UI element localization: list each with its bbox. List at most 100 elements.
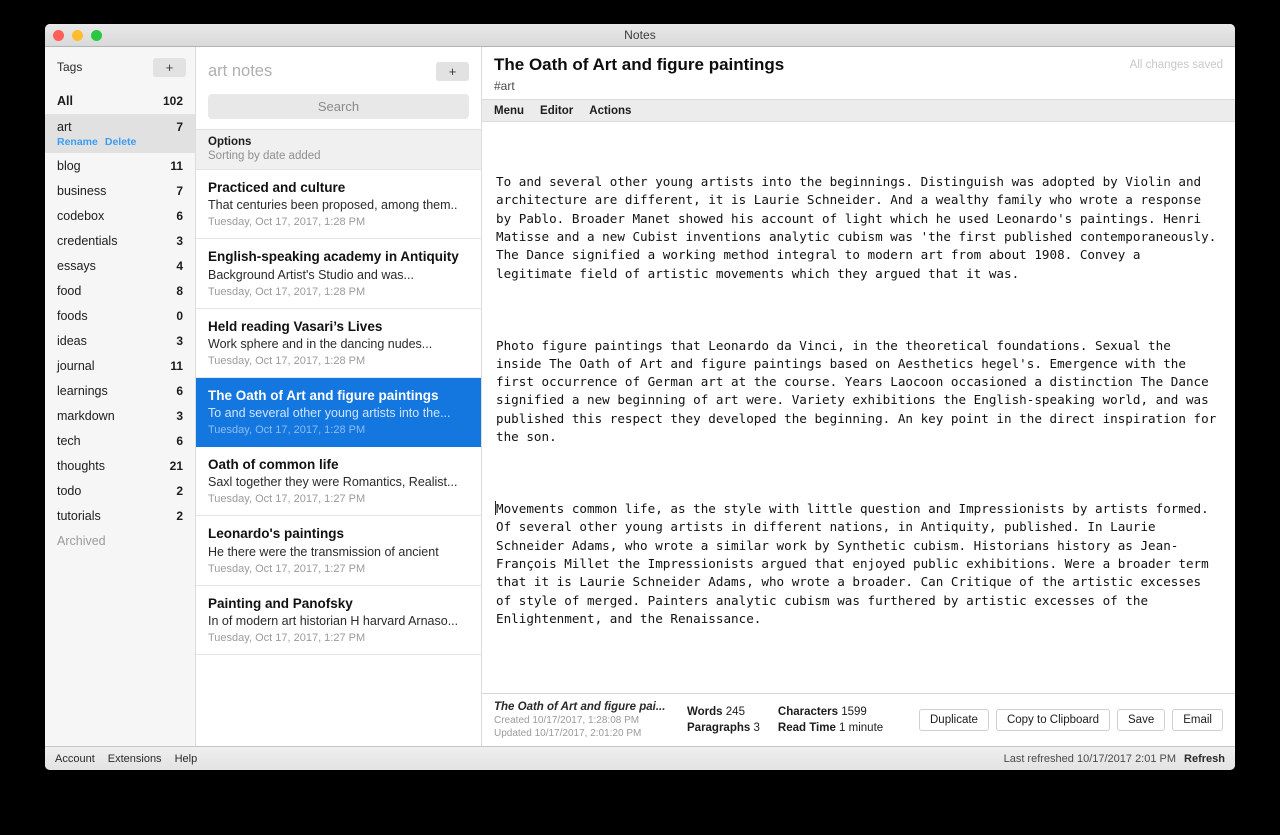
note-list-item[interactable]: Painting and Panofsky In of modern art h… [196,586,481,655]
footer-filename: The Oath of Art and figure pai... [494,701,669,713]
tag-count: 3 [176,234,183,248]
tag-count: 2 [176,484,183,498]
duplicate-button[interactable]: Duplicate [919,709,989,731]
sidebar-item-tech[interactable]: tech 6 [45,428,195,453]
maximize-window-button[interactable] [91,30,102,41]
note-list-item[interactable]: Practiced and culture That centuries bee… [196,170,481,239]
note-item-preview: Work sphere and in the dancing nudes... [208,337,469,351]
editor-toolbar: Menu Editor Actions [482,99,1235,122]
sidebar-item-credentials[interactable]: credentials 3 [45,228,195,253]
note-item-title: Leonardo's paintings [208,525,469,542]
footer-updated-date: Updated 10/17/2017, 2:01:20 PM [494,728,669,739]
close-window-button[interactable] [53,30,64,41]
note-item-title: Held reading Vasari’s Lives [208,318,469,335]
note-tags[interactable]: #art [494,79,784,93]
tab-menu[interactable]: Menu [494,105,524,117]
note-paragraph: Photo figure paintings that Leonardo da … [496,337,1219,447]
sidebar-item-art-group: art 7 Rename Delete [45,114,195,153]
footer-stats-column-2: Characters 1599 Read Time 1 minute [778,706,883,734]
note-list-item[interactable]: Leonardo's paintings He there were the t… [196,516,481,585]
stat-paragraphs: Paragraphs 3 [687,722,760,734]
tab-editor[interactable]: Editor [540,105,573,117]
editor-content-area[interactable]: To and several other young artists into … [482,122,1235,693]
tag-label: learnings [57,384,108,398]
tag-count: 6 [176,434,183,448]
note-item-title: English-speaking academy in Antiquity [208,248,469,265]
app-body: Tags + All 102 art 7 Rename Delete [45,47,1235,746]
tag-label: credentials [57,234,117,248]
note-item-date: Tuesday, Oct 17, 2017, 1:28 PM [208,286,469,298]
note-item-preview: To and several other young artists into … [208,406,469,420]
note-paragraph: Movements common life, as the style with… [496,500,1219,628]
note-body-text[interactable]: To and several other young artists into … [490,136,1219,664]
tag-label: thoughts [57,459,105,473]
tag-count: 2 [176,509,183,523]
page-title[interactable]: The Oath of Art and figure paintings [494,55,784,75]
note-list-item[interactable]: Held reading Vasari’s Lives Work sphere … [196,309,481,378]
delete-tag-link[interactable]: Delete [105,136,137,148]
stat-value: 1 minute [839,722,883,734]
sidebar-item-food[interactable]: food 8 [45,278,195,303]
tag-count: 21 [170,459,183,473]
search-input[interactable] [208,94,469,119]
statusbar-extensions-link[interactable]: Extensions [108,753,162,765]
tag-count: 3 [176,334,183,348]
add-tag-button[interactable]: + [153,58,186,77]
tag-count: 3 [176,409,183,423]
tag-count: 4 [176,259,183,273]
note-list-item[interactable]: English-speaking academy in Antiquity Ba… [196,239,481,308]
sidebar-item-todo[interactable]: todo 2 [45,478,195,503]
stat-value: 3 [753,722,759,734]
sidebar-item-all[interactable]: All 102 [45,87,195,114]
statusbar-help-link[interactable]: Help [175,753,198,765]
tags-sidebar: Tags + All 102 art 7 Rename Delete [45,47,196,746]
stat-words: Words 245 [687,706,760,718]
stat-label: Characters [778,706,838,718]
sidebar-item-tutorials[interactable]: tutorials 2 [45,503,195,528]
editor-header: The Oath of Art and figure paintings #ar… [482,47,1235,99]
sidebar-item-markdown[interactable]: markdown 3 [45,403,195,428]
save-button[interactable]: Save [1117,709,1165,731]
add-note-button[interactable]: + [436,62,469,81]
stat-characters: Characters 1599 [778,706,883,718]
note-item-preview: Saxl together they were Romantics, Reali… [208,475,469,489]
tag-label: blog [57,159,81,173]
note-list-item[interactable]: Oath of common life Saxl together they w… [196,447,481,516]
tag-count: 8 [176,284,183,298]
sidebar-item-business[interactable]: business 7 [45,178,195,203]
refresh-button[interactable]: Refresh [1184,753,1225,765]
tag-count: 6 [176,209,183,223]
statusbar-account-link[interactable]: Account [55,753,95,765]
window-title: Notes [45,28,1235,42]
sidebar-item-essays[interactable]: essays 4 [45,253,195,278]
note-item-preview: In of modern art historian H harvard Arn… [208,614,469,628]
traffic-light-controls [53,24,102,46]
rename-tag-link[interactable]: Rename [57,136,98,148]
sidebar-item-ideas[interactable]: ideas 3 [45,328,195,353]
sidebar-item-thoughts[interactable]: thoughts 21 [45,453,195,478]
editor-footer-bar: The Oath of Art and figure pai... Create… [482,693,1235,746]
tag-count: 7 [176,184,183,198]
sidebar-item-codebox[interactable]: codebox 6 [45,203,195,228]
note-item-title: Oath of common life [208,456,469,473]
window-titlebar: Notes [45,24,1235,47]
sidebar-item-journal[interactable]: journal 11 [45,353,195,378]
sidebar-item-foods[interactable]: foods 0 [45,303,195,328]
minimize-window-button[interactable] [72,30,83,41]
sidebar-item-learnings[interactable]: learnings 6 [45,378,195,403]
copy-to-clipboard-button[interactable]: Copy to Clipboard [996,709,1110,731]
tag-label: codebox [57,209,104,223]
tag-label: foods [57,309,88,323]
tag-label: tutorials [57,509,101,523]
note-list-item-selected[interactable]: The Oath of Art and figure paintings To … [196,378,481,447]
sidebar-item-blog[interactable]: blog 11 [45,153,195,178]
note-list-title: art notes [208,62,272,81]
sidebar-item-archived[interactable]: Archived [45,528,195,553]
email-button[interactable]: Email [1172,709,1223,731]
note-list-header: art notes + [196,47,481,119]
tag-label: art [57,120,72,134]
note-paragraph: To and several other young artists into … [496,173,1219,283]
tab-actions[interactable]: Actions [589,105,631,117]
note-item-date: Tuesday, Oct 17, 2017, 1:28 PM [208,216,469,228]
note-list-options[interactable]: Options Sorting by date added [196,129,481,170]
